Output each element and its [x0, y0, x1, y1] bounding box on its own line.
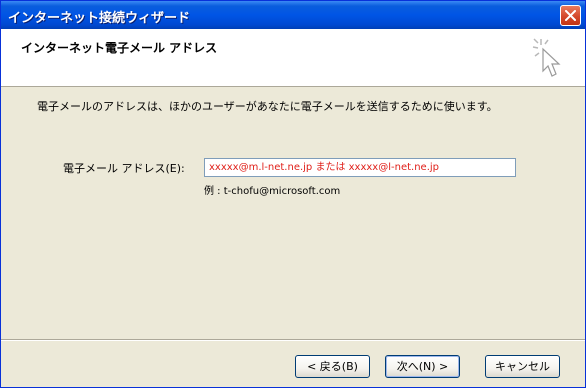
- header-panel: インターネット電子メール アドレス: [1, 29, 585, 87]
- email-address-input[interactable]: xxxxx@m.l-net.ne.jp または xxxxx@l-net.ne.j…: [204, 158, 516, 177]
- wizard-sparkle-cursor-icon: [532, 38, 561, 77]
- next-button[interactable]: 次へ(N) >: [385, 355, 460, 378]
- close-button[interactable]: [560, 5, 581, 26]
- page-title: インターネット電子メール アドレス: [21, 41, 218, 55]
- back-button[interactable]: < 戻る(B): [295, 355, 370, 378]
- description-text: 電子メールのアドレスは、ほかのユーザーがあなたに電子メールを送信するために使いま…: [37, 100, 498, 113]
- email-address-label: 電子メール アドレス(E):: [63, 162, 185, 175]
- wizard-window: インターネット接続ウィザード インターネット電子メール アドレス 電子メールのア…: [0, 0, 586, 388]
- button-separator: [1, 339, 585, 341]
- window-title: インターネット接続ウィザード: [8, 11, 191, 26]
- close-icon: [565, 10, 576, 21]
- email-example-text: 例 : t-chofu@microsoft.com: [204, 186, 341, 197]
- title-bar[interactable]: インターネット接続ウィザード: [1, 1, 585, 29]
- cancel-button[interactable]: キャンセル: [485, 355, 560, 378]
